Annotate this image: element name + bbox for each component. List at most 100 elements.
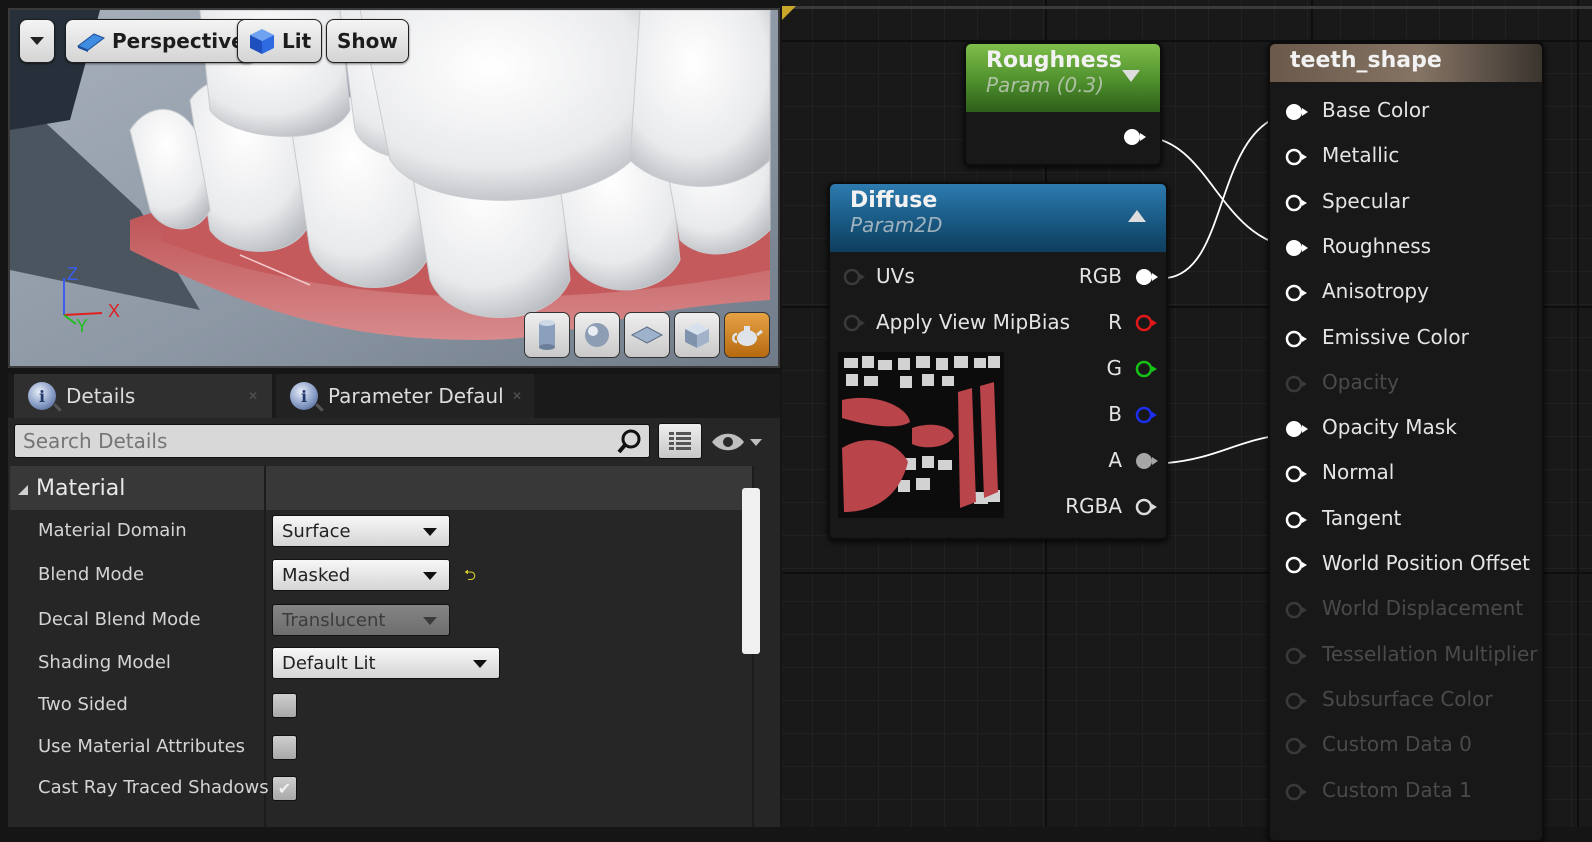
uvs-input-label: UVs xyxy=(876,264,915,288)
b-output-pin[interactable] xyxy=(1134,404,1162,426)
cube-icon xyxy=(685,323,709,348)
result-pin-specular[interactable] xyxy=(1284,192,1312,214)
preview-plane-button[interactable] xyxy=(624,312,670,358)
preview-sphere-button[interactable] xyxy=(574,312,620,358)
close-tab-icon[interactable]: ✕ xyxy=(512,389,522,403)
prop-shading-model-label: Shading Model xyxy=(38,652,171,673)
material-graph-canvas[interactable]: Roughness Param (0.3) Diffuse Param2D UV… xyxy=(782,0,1592,842)
r-output-pin[interactable] xyxy=(1134,312,1162,334)
lit-label: Lit xyxy=(282,29,312,53)
result-pin-opacity-mask[interactable] xyxy=(1284,418,1312,440)
material-result-node[interactable]: teeth_shape Base Color Metallic Specular Ro… xyxy=(1268,42,1544,842)
uvs-input-pin[interactable] xyxy=(842,266,870,288)
preview-teapot-button[interactable] xyxy=(724,312,770,358)
result-pin-normal[interactable] xyxy=(1284,463,1312,485)
r-output-label: R xyxy=(1108,310,1122,334)
result-pin-label: Opacity Mask xyxy=(1322,415,1457,440)
teapot-icon xyxy=(732,326,763,346)
view-options-eye-icon[interactable] xyxy=(710,430,766,454)
diffuse-node-header[interactable]: Diffuse Param2D xyxy=(830,184,1166,252)
prop-blend-mode-label: Blend Mode xyxy=(38,564,145,585)
result-pin-label: Custom Data 0 xyxy=(1322,732,1472,757)
prop-decal-blend-mode-label: Decal Blend Mode xyxy=(38,609,201,630)
result-node-title: teeth_shape xyxy=(1290,48,1442,73)
show-button[interactable]: Show xyxy=(326,19,409,63)
g-output-pin[interactable] xyxy=(1134,358,1162,380)
chevron-down-icon xyxy=(30,37,44,45)
dropdown-arrow-icon xyxy=(423,528,437,536)
checkmark-icon: ✔ xyxy=(277,779,292,798)
result-pin-world-position-offset[interactable] xyxy=(1284,554,1312,576)
a-output-label: A xyxy=(1108,448,1122,472)
result-pin-label: World Displacement xyxy=(1322,596,1524,621)
blend-mode-dropdown[interactable]: Masked xyxy=(272,559,450,591)
roughness-node-subtitle: Param (0.3) xyxy=(986,73,1105,97)
result-pin-subsurface-color xyxy=(1285,692,1307,710)
close-tab-icon[interactable]: ✕ xyxy=(248,389,258,403)
texture-thumbnail xyxy=(838,352,1004,518)
dropdown-arrow-icon xyxy=(423,572,437,580)
search-row xyxy=(8,418,780,466)
rgba-output-pin[interactable] xyxy=(1134,496,1162,518)
roughness-node-header[interactable]: Roughness Param (0.3) xyxy=(966,44,1160,112)
details-panel: i Details ✕ i Parameter Defaults ✕ Mater… xyxy=(8,374,780,827)
roughness-node-title: Roughness xyxy=(986,48,1122,73)
diffuse-node-title: Diffuse xyxy=(850,188,938,213)
apply-view-mipbias-input-label: Apply View MipBias xyxy=(876,310,1071,334)
shading-model-dropdown[interactable]: Default Lit xyxy=(272,647,500,679)
roughness-param-node[interactable]: Roughness Param (0.3) xyxy=(964,42,1162,166)
preview-cylinder-button[interactable] xyxy=(524,312,570,358)
search-details-input[interactable] xyxy=(14,424,650,458)
tab-parameter-defaults-label: Parameter Defaults xyxy=(328,384,504,408)
rgb-output-pin[interactable] xyxy=(1134,266,1162,288)
viewport-options-button[interactable] xyxy=(19,19,55,63)
result-pin-label: Tessellation Multiplier xyxy=(1322,641,1538,666)
info-magnifier-icon: i xyxy=(28,382,56,410)
perspective-button[interactable]: Perspective xyxy=(65,19,256,63)
apply-view-mipbias-input-pin[interactable] xyxy=(842,312,870,334)
result-pin-base-color[interactable] xyxy=(1284,101,1312,123)
category-material-header[interactable]: Material xyxy=(10,466,266,510)
dropdown-arrow-icon xyxy=(473,660,487,668)
result-pin-tessellation-multiplier xyxy=(1285,647,1307,664)
result-pin-label: Subsurface Color xyxy=(1322,686,1493,711)
material-preview-viewport[interactable]: Z X Y Perspective Lit Show xyxy=(8,8,780,368)
result-pin-roughness[interactable] xyxy=(1284,237,1312,259)
grid-icon xyxy=(669,432,691,450)
b-output-label: B xyxy=(1108,402,1122,426)
result-pin-label: Roughness xyxy=(1322,233,1432,258)
a-output-pin[interactable] xyxy=(1134,450,1162,472)
cast-ray-traced-shadows-checkbox[interactable]: ✔ xyxy=(272,776,297,801)
result-node-header[interactable]: teeth_shape xyxy=(1270,44,1542,82)
collapse-triangle-icon xyxy=(18,485,28,495)
result-pin-emissive-color[interactable] xyxy=(1284,328,1312,350)
collapse-arrow-icon[interactable] xyxy=(1122,70,1140,82)
tab-details[interactable]: i Details ✕ xyxy=(14,374,272,418)
cylinder-icon xyxy=(539,320,555,350)
result-pin-tangent[interactable] xyxy=(1284,509,1312,531)
tab-parameter-defaults[interactable]: i Parameter Defaults ✕ xyxy=(276,374,534,418)
result-pin-anisotropy[interactable] xyxy=(1284,282,1312,304)
preview-cube-button[interactable] xyxy=(674,312,720,358)
two-sided-checkbox[interactable] xyxy=(272,693,297,718)
diffuse-texture-param-node[interactable]: Diffuse Param2D UVs Apply View MipBias R… xyxy=(828,182,1168,540)
axis-z-label: Z xyxy=(67,264,78,284)
details-scrollbar[interactable] xyxy=(742,488,760,654)
collapse-arrow-icon[interactable] xyxy=(1128,210,1146,222)
use-material-attributes-checkbox[interactable] xyxy=(272,735,297,760)
lit-mode-button[interactable]: Lit xyxy=(237,19,323,63)
property-matrix-button[interactable] xyxy=(658,423,702,459)
rgba-output-label: RGBA xyxy=(1065,494,1122,518)
preview-mesh-toolbar xyxy=(524,312,770,358)
material-domain-dropdown[interactable]: Surface xyxy=(272,515,450,547)
result-pin-opacity xyxy=(1285,375,1307,393)
result-pin-metallic[interactable] xyxy=(1284,146,1312,168)
reset-to-default-icon[interactable]: ⮌ xyxy=(464,565,476,590)
result-pin-label: Normal xyxy=(1322,460,1395,485)
result-pin-label: Metallic xyxy=(1322,143,1400,168)
search-icon xyxy=(617,429,641,454)
result-pin-custom-data-1 xyxy=(1285,783,1307,800)
roughness-output-pin[interactable] xyxy=(1122,126,1150,148)
g-output-label: G xyxy=(1106,356,1123,380)
details-tab-bar: i Details ✕ i Parameter Defaults ✕ xyxy=(8,374,780,418)
